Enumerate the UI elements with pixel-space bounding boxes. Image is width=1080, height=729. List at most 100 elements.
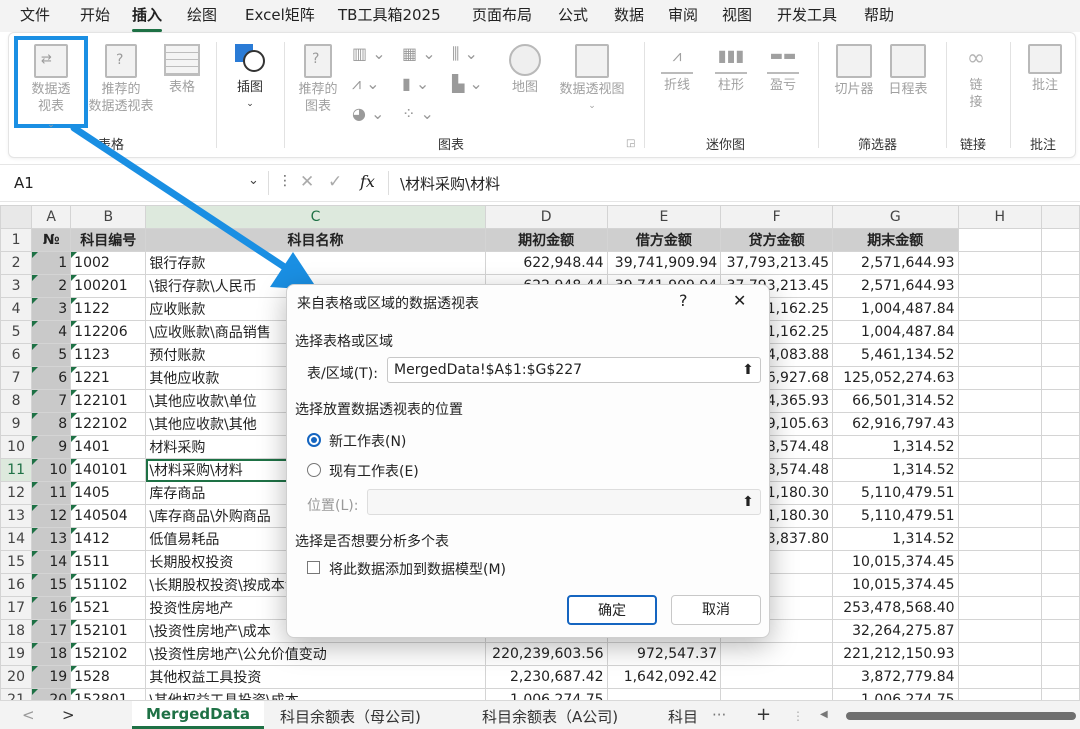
dialog-launcher-icon[interactable]: ◲ [626, 138, 635, 149]
formula-input[interactable]: \材料采购\材料 [400, 173, 500, 194]
insert-function-icon[interactable]: fx [360, 172, 375, 191]
column-header[interactable]: G [832, 205, 959, 229]
row-header[interactable]: 18 [0, 619, 33, 643]
cell[interactable]: 2 [31, 274, 72, 298]
cell[interactable]: 1221 [70, 366, 147, 390]
header-cell[interactable]: 期初金额 [484, 228, 608, 252]
add-sheet-icon[interactable]: + [756, 704, 771, 725]
column-header[interactable]: H [957, 205, 1043, 229]
cell[interactable]: 221,212,150.93 [832, 642, 959, 666]
cell[interactable] [957, 320, 1043, 344]
cell[interactable]: 2,230,687.42 [484, 665, 608, 689]
cell[interactable]: 1528 [70, 665, 147, 689]
sheet-tab-parent[interactable]: 科目余额表（母公司) [280, 706, 421, 727]
combo-chart-icon[interactable]: ▙ ⌄ [452, 74, 483, 93]
tab-view[interactable]: 视图 [722, 4, 752, 25]
cell[interactable]: 37,793,213.45 [720, 251, 834, 275]
cell[interactable]: 1412 [70, 527, 147, 551]
row-header[interactable]: 13 [0, 504, 33, 528]
header-cell[interactable]: 科目名称 [145, 228, 486, 252]
help-icon[interactable]: ? [679, 291, 688, 310]
cell[interactable]: 1,004,487.84 [832, 297, 959, 321]
cell[interactable]: 1,006,274.75 [484, 688, 608, 700]
more-sheets-icon[interactable]: ··· [712, 706, 726, 724]
cell[interactable] [957, 458, 1043, 482]
header-cell[interactable]: № [31, 228, 72, 252]
map-button[interactable]: 地图 [504, 44, 546, 96]
row-header[interactable]: 1 [0, 228, 33, 252]
cell[interactable] [957, 619, 1043, 643]
cell[interactable] [1041, 688, 1080, 700]
cell[interactable] [957, 642, 1043, 666]
header-cell[interactable]: 贷方金额 [720, 228, 834, 252]
cell[interactable] [957, 228, 1043, 252]
cell[interactable] [957, 366, 1043, 390]
range-field[interactable]: MergedData!$A$1:$G$227 ⬆ [387, 357, 761, 383]
cell[interactable]: 9 [31, 435, 72, 459]
cell[interactable]: 1,642,092.42 [606, 665, 722, 689]
cell[interactable] [957, 389, 1043, 413]
column-header[interactable]: F [720, 205, 834, 229]
cell[interactable] [957, 251, 1043, 275]
row-header[interactable]: 9 [0, 412, 33, 436]
cell[interactable]: 622,948.44 [484, 251, 608, 275]
cell[interactable]: 8 [31, 412, 72, 436]
column-chart-icon[interactable]: ▥ ⌄ [352, 44, 386, 63]
row-header[interactable]: 16 [0, 573, 33, 597]
cell[interactable]: 1,314.52 [832, 527, 959, 551]
select-all-corner[interactable] [0, 205, 33, 229]
row-header[interactable]: 2 [0, 251, 33, 275]
waterfall-chart-icon[interactable]: ⫼ ⌄ [452, 44, 478, 64]
cell[interactable]: 1,004,487.84 [832, 320, 959, 344]
statistic-chart-icon[interactable]: ▮ ⌄ [402, 74, 429, 93]
recommended-pivot-button[interactable]: ? 推荐的 数据透视表 [86, 44, 156, 115]
cell[interactable]: 18 [31, 642, 72, 666]
pie-chart-icon[interactable]: ◕ ⌄ [352, 104, 384, 123]
name-box-chevron-down-icon[interactable]: ⌄ [248, 173, 259, 188]
column-header[interactable] [1041, 205, 1080, 229]
cell[interactable] [1041, 550, 1080, 574]
existing-sheet-label[interactable]: 现有工作表(E) [329, 461, 419, 481]
cancel-button[interactable]: 取消 [671, 595, 761, 625]
cell[interactable]: \投资性房地产\公允价值变动 [145, 642, 486, 666]
cell[interactable]: 6 [31, 366, 72, 390]
row-header[interactable]: 14 [0, 527, 33, 551]
cell[interactable] [1041, 320, 1080, 344]
cell[interactable]: 5,461,134.52 [832, 343, 959, 367]
cell[interactable]: 39,741,909.94 [606, 251, 722, 275]
column-header[interactable]: A [31, 205, 72, 229]
column-header[interactable]: D [484, 205, 608, 229]
cell[interactable]: 1511 [70, 550, 147, 574]
cell[interactable] [1041, 435, 1080, 459]
cell[interactable] [1041, 458, 1080, 482]
cell[interactable]: 2,571,644.93 [832, 274, 959, 298]
row-header[interactable]: 21 [0, 688, 33, 700]
cell[interactable] [720, 665, 834, 689]
cell[interactable]: 112206 [70, 320, 147, 344]
new-sheet-radio[interactable] [307, 433, 321, 447]
cell[interactable] [957, 504, 1043, 528]
cell[interactable]: 10,015,374.45 [832, 573, 959, 597]
pivot-chart-button[interactable]: 数据透视图 ⌄ [552, 44, 632, 115]
cell[interactable]: 10 [31, 458, 72, 482]
collapse-location-icon[interactable]: ⬆ [737, 491, 759, 513]
cell[interactable]: 253,478,568.40 [832, 596, 959, 620]
tab-review[interactable]: 审阅 [668, 4, 698, 25]
cell[interactable]: 151102 [70, 573, 147, 597]
ok-button[interactable]: 确定 [567, 595, 657, 625]
cell[interactable]: 3 [31, 297, 72, 321]
cell[interactable]: 银行存款 [145, 251, 486, 275]
cell[interactable]: 66,501,314.52 [832, 389, 959, 413]
cell[interactable] [1041, 642, 1080, 666]
cell[interactable]: 5,110,479.51 [832, 504, 959, 528]
cell[interactable]: 220,239,603.56 [484, 642, 608, 666]
cell[interactable] [957, 435, 1043, 459]
cell[interactable]: 152801 [70, 688, 147, 700]
cell[interactable] [1041, 228, 1080, 252]
cell[interactable]: 152101 [70, 619, 147, 643]
tab-excel-matrix[interactable]: Excel矩阵 [245, 4, 315, 25]
row-header[interactable]: 19 [0, 642, 33, 666]
cell[interactable] [1041, 366, 1080, 390]
row-header[interactable]: 12 [0, 481, 33, 505]
sheet-tab-mergeddata[interactable]: MergedData [132, 701, 265, 729]
